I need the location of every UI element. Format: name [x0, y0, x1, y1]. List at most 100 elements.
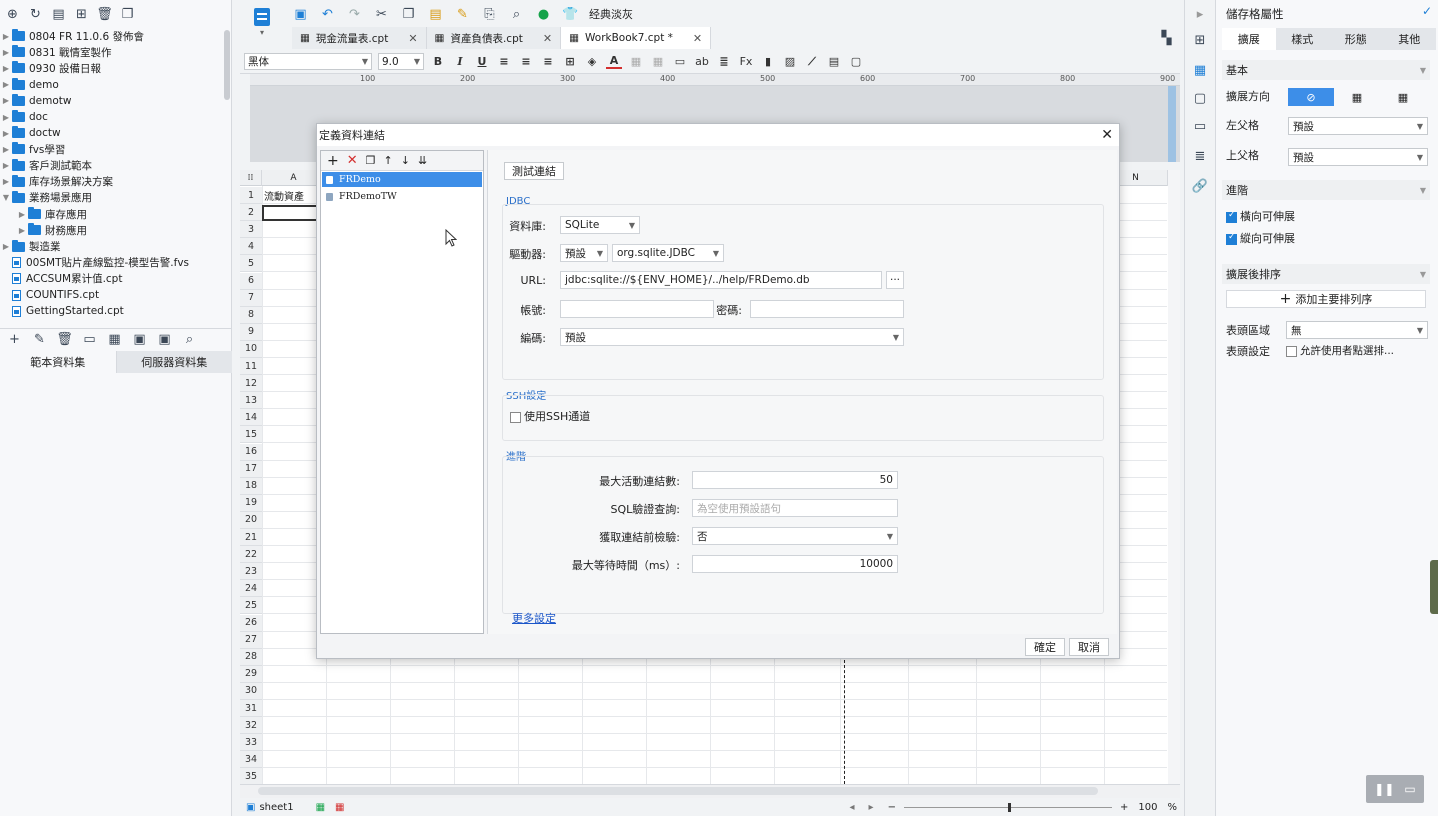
row-header[interactable]: 2: [240, 204, 262, 222]
tree-item[interactable]: ▶ 庫存應用: [0, 206, 222, 222]
chevron-right-icon[interactable]: ▶: [0, 64, 12, 73]
tab-expand[interactable]: 擴展: [1222, 28, 1276, 50]
tab-style[interactable]: 樣式: [1276, 28, 1330, 50]
chevron-right-icon[interactable]: ▶: [0, 32, 12, 41]
zoom-right-icon[interactable]: ▸: [869, 802, 874, 813]
italic-button[interactable]: I: [452, 55, 468, 68]
split-cells-icon[interactable]: ▦: [650, 55, 666, 68]
collapse-arrow-icon[interactable]: ▸: [1192, 6, 1208, 22]
row-header[interactable]: 18: [240, 477, 262, 495]
text-cell-icon[interactable]: ▭: [672, 55, 688, 68]
align-left-icon[interactable]: ≡: [496, 55, 512, 68]
redo-icon[interactable]: ↷: [346, 6, 363, 23]
cut-icon[interactable]: ✂: [373, 6, 390, 23]
row-header[interactable]: 34: [240, 751, 262, 769]
tree-item[interactable]: ▶ 库存场景解决方案: [0, 174, 222, 190]
row-header[interactable]: 1: [240, 187, 262, 204]
tree-item[interactable]: ▶ doctw: [0, 125, 222, 141]
underline-button[interactable]: U: [474, 55, 490, 68]
zoom-value[interactable]: 100: [1138, 802, 1157, 813]
format-painter-icon[interactable]: ✎: [454, 6, 471, 23]
tab-shape[interactable]: 形態: [1329, 28, 1383, 50]
validation-query-input[interactable]: 為空使用預設語句: [692, 499, 898, 517]
max-active-input[interactable]: 50: [692, 471, 898, 489]
cancel-button[interactable]: 取消: [1069, 638, 1109, 656]
bold-button[interactable]: B: [430, 55, 446, 68]
database-select[interactable]: SQLite ▼: [560, 216, 640, 234]
tree-item[interactable]: COUNTIFS.cpt: [0, 287, 222, 303]
tab-balance-sheet[interactable]: ▦ 資產負債表.cpt ✕: [426, 27, 562, 49]
encoding-select[interactable]: 預設 ▼: [560, 328, 904, 346]
zoom-left-icon[interactable]: ◂: [850, 802, 855, 813]
row-header[interactable]: 3: [240, 221, 262, 239]
ok-button[interactable]: 確定: [1025, 638, 1065, 656]
border-icon[interactable]: ⊞: [562, 55, 578, 68]
row-header[interactable]: 24: [240, 580, 262, 598]
row-header[interactable]: 28: [240, 648, 262, 666]
pin-icon[interactable]: ✓: [1422, 4, 1432, 18]
row-header[interactable]: 27: [240, 631, 262, 649]
tree-item[interactable]: ▶ demotw: [0, 93, 222, 109]
driver-mode-select[interactable]: 預設 ▼: [560, 244, 608, 262]
tab-template-dataset[interactable]: 範本資料集: [0, 351, 117, 373]
delete-icon[interactable]: 🗑: [96, 6, 113, 23]
check-icon[interactable]: ●: [535, 6, 552, 23]
more-settings-link[interactable]: 更多設定: [512, 610, 556, 626]
horizontal-expandable-checkbox[interactable]: 橫向可伸展: [1226, 208, 1295, 224]
add-connection-icon[interactable]: +: [327, 153, 339, 169]
zoom-out-button[interactable]: −: [888, 802, 896, 813]
row-header[interactable]: 26: [240, 614, 262, 632]
row-header[interactable]: 8: [240, 306, 262, 324]
row-header[interactable]: 30: [240, 682, 262, 700]
tree-item[interactable]: ▶ 財務應用: [0, 222, 222, 238]
locate-icon[interactable]: ⊞: [73, 6, 90, 23]
tree-item[interactable]: ▶ 客戶測試範本: [0, 158, 222, 174]
chevron-right-icon[interactable]: ▶: [0, 80, 12, 89]
tree-item[interactable]: ▶ doc: [0, 109, 222, 125]
tab-other[interactable]: 其他: [1383, 28, 1437, 50]
url-input[interactable]: jdbc:sqlite://${ENV_HOME}/../help/FRDemo…: [560, 271, 882, 289]
add-dataset-icon[interactable]: +: [6, 331, 23, 348]
tab-menu-icon[interactable]: ▚: [1158, 30, 1175, 47]
vertical-expandable-checkbox[interactable]: 縱向可伸展: [1226, 230, 1295, 246]
zoom-slider[interactable]: [903, 802, 1112, 812]
dataset-param-icon[interactable]: ▦: [106, 331, 123, 348]
tree-item[interactable]: 00SMT貼片產線監控-模型告警.fvs: [0, 255, 222, 271]
row-header[interactable]: 13: [240, 392, 262, 410]
close-icon[interactable]: ✕: [543, 32, 552, 45]
connection-item-frdemotw[interactable]: FRDemoTW: [322, 189, 482, 204]
rich-text-icon[interactable]: ab: [694, 55, 710, 68]
row-header[interactable]: 9: [240, 323, 262, 341]
show-panel-icon[interactable]: ▤: [50, 6, 67, 23]
tree-item[interactable]: ▶ 0930 設備日報: [0, 60, 222, 76]
add-sheet-icon[interactable]: ▦: [316, 802, 325, 813]
row-header[interactable]: 32: [240, 717, 262, 735]
tree-item[interactable]: ▶ demo: [0, 77, 222, 93]
tree-item[interactable]: ACCSUM累计值.cpt: [0, 271, 222, 287]
row-header[interactable]: 22: [240, 546, 262, 564]
add-poly-sheet-icon[interactable]: ▦: [335, 802, 344, 813]
tab-cash-flow[interactable]: ▦ 現金流量表.cpt ✕: [292, 27, 427, 49]
row-header[interactable]: 11: [240, 358, 262, 375]
template-menu-button[interactable]: ▾: [250, 6, 274, 42]
add-sort-button[interactable]: + 添加主要排列序: [1226, 290, 1426, 308]
upper-parent-select[interactable]: 預設 ▼: [1288, 148, 1428, 166]
sort-icon[interactable]: ⇊: [418, 154, 427, 167]
row-header[interactable]: 25: [240, 597, 262, 615]
tab-server-dataset[interactable]: 伺服器資料集: [116, 351, 232, 373]
edit-dataset-icon[interactable]: ✎: [31, 331, 48, 348]
tree-item[interactable]: ▶ 0804 FR 11.0.6 發佈會: [0, 28, 222, 44]
tree-item[interactable]: ▼ 業務場景應用: [0, 190, 222, 206]
close-icon[interactable]: ✕: [1101, 127, 1113, 143]
horizontal-expand-icon[interactable]: ▦: [1380, 88, 1426, 106]
test-before-select[interactable]: 否 ▼: [692, 527, 898, 545]
image-icon[interactable]: ▨: [782, 55, 798, 68]
test-connection-button[interactable]: 測試連結: [504, 162, 564, 180]
row-header[interactable]: 4: [240, 238, 262, 256]
tab-workbook7[interactable]: ▦ WorkBook7.cpt * ✕: [561, 27, 712, 49]
move-up-icon[interactable]: ↑: [384, 154, 393, 167]
copy-connection-icon[interactable]: ❐: [366, 154, 376, 167]
condition-icon[interactable]: ≣: [1192, 148, 1208, 164]
row-header[interactable]: 20: [240, 511, 262, 529]
chevron-right-icon[interactable]: ▶: [0, 48, 12, 57]
